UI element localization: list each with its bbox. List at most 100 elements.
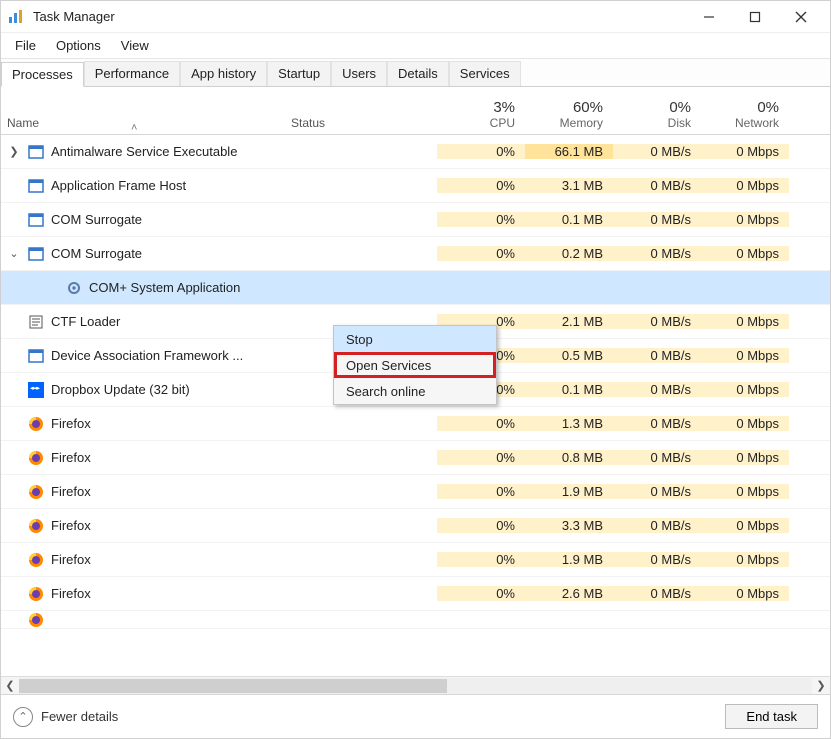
context-menu-stop[interactable]: Stop bbox=[334, 326, 496, 352]
process-disk: 0 MB/s bbox=[613, 246, 701, 261]
column-network[interactable]: 0% Network bbox=[701, 99, 789, 130]
process-network: 0 Mbps bbox=[701, 212, 789, 227]
table-row[interactable]: ⌄COM Surrogate0%0.2 MB0 MB/s0 Mbps bbox=[1, 237, 830, 271]
memory-label: Memory bbox=[525, 116, 603, 130]
window-icon bbox=[27, 143, 45, 161]
table-row[interactable]: Firefox0%1.3 MB0 MB/s0 Mbps bbox=[1, 407, 830, 441]
column-memory[interactable]: 60% Memory bbox=[525, 99, 613, 130]
process-disk: 0 MB/s bbox=[613, 552, 701, 567]
tab-details[interactable]: Details bbox=[387, 61, 449, 86]
process-network: 0 Mbps bbox=[701, 246, 789, 261]
titlebar: Task Manager bbox=[1, 1, 830, 33]
process-disk: 0 MB/s bbox=[613, 382, 701, 397]
process-network: 0 Mbps bbox=[701, 144, 789, 159]
process-network: 0 Mbps bbox=[701, 382, 789, 397]
process-cpu: 0% bbox=[437, 484, 525, 499]
process-disk: 0 MB/s bbox=[613, 178, 701, 193]
fewer-details-label: Fewer details bbox=[41, 709, 118, 724]
tab-services[interactable]: Services bbox=[449, 61, 521, 86]
footer: ⌃ Fewer details End task bbox=[1, 694, 830, 738]
expand-toggle-icon[interactable]: ❯ bbox=[7, 145, 21, 158]
context-menu-search-online[interactable]: Search online bbox=[334, 378, 496, 404]
table-row[interactable]: Firefox0%2.6 MB0 MB/s0 Mbps bbox=[1, 577, 830, 611]
minimize-button[interactable] bbox=[686, 1, 732, 33]
process-name: COM Surrogate bbox=[51, 246, 291, 261]
process-disk: 0 MB/s bbox=[613, 144, 701, 159]
table-row[interactable]: Firefox0%1.9 MB0 MB/s0 Mbps bbox=[1, 475, 830, 509]
horizontal-scrollbar[interactable]: ❮ ❯ bbox=[1, 676, 830, 694]
table-row[interactable]: Firefox0%3.3 MB0 MB/s0 Mbps bbox=[1, 509, 830, 543]
process-network: 0 Mbps bbox=[701, 518, 789, 533]
process-name: Firefox bbox=[51, 416, 291, 431]
menu-view[interactable]: View bbox=[111, 36, 159, 55]
tab-performance[interactable]: Performance bbox=[84, 61, 180, 86]
process-name: Device Association Framework ... bbox=[51, 348, 291, 363]
cpu-percent: 3% bbox=[437, 99, 515, 116]
cpu-label: CPU bbox=[437, 116, 515, 130]
table-row[interactable] bbox=[1, 611, 830, 629]
process-network: 0 Mbps bbox=[701, 416, 789, 431]
column-name[interactable]: ˄ Name bbox=[1, 116, 291, 130]
disk-label: Disk bbox=[613, 116, 691, 130]
column-cpu[interactable]: 3% CPU bbox=[437, 99, 525, 130]
process-name: Application Frame Host bbox=[51, 178, 291, 193]
tab-processes[interactable]: Processes bbox=[1, 62, 84, 87]
menu-options[interactable]: Options bbox=[46, 36, 111, 55]
process-disk: 0 MB/s bbox=[613, 212, 701, 227]
disk-percent: 0% bbox=[613, 99, 691, 116]
expand-toggle-icon[interactable]: ⌄ bbox=[7, 247, 21, 260]
process-memory: 0.8 MB bbox=[525, 450, 613, 465]
table-row[interactable]: Application Frame Host0%3.1 MB0 MB/s0 Mb… bbox=[1, 169, 830, 203]
process-disk: 0 MB/s bbox=[613, 416, 701, 431]
firefox-icon bbox=[27, 415, 45, 433]
scroll-track[interactable] bbox=[19, 678, 812, 694]
process-name: COM+ System Application bbox=[89, 280, 291, 295]
scroll-right-icon[interactable]: ❯ bbox=[812, 679, 830, 692]
process-network: 0 Mbps bbox=[701, 450, 789, 465]
window-title: Task Manager bbox=[33, 9, 686, 24]
firefox-icon bbox=[27, 611, 45, 629]
maximize-button[interactable] bbox=[732, 1, 778, 33]
table-row[interactable]: COM+ System Application bbox=[1, 271, 830, 305]
process-name: Dropbox Update (32 bit) bbox=[51, 382, 291, 397]
menu-file[interactable]: File bbox=[5, 36, 46, 55]
process-cpu: 0% bbox=[437, 212, 525, 227]
process-cpu: 0% bbox=[437, 450, 525, 465]
close-button[interactable] bbox=[778, 1, 824, 33]
process-network: 0 Mbps bbox=[701, 348, 789, 363]
column-headers: ˄ Name Status 3% CPU 60% Memory 0% Disk … bbox=[1, 87, 830, 135]
tab-users[interactable]: Users bbox=[331, 61, 387, 86]
sort-indicator-icon: ˄ bbox=[131, 122, 137, 134]
process-network: 0 Mbps bbox=[701, 484, 789, 499]
process-disk: 0 MB/s bbox=[613, 484, 701, 499]
fewer-details-button[interactable]: ⌃ Fewer details bbox=[13, 707, 118, 727]
scroll-thumb[interactable] bbox=[19, 679, 447, 693]
process-network: 0 Mbps bbox=[701, 552, 789, 567]
table-row[interactable]: COM Surrogate0%0.1 MB0 MB/s0 Mbps bbox=[1, 203, 830, 237]
table-row[interactable]: Firefox0%1.9 MB0 MB/s0 Mbps bbox=[1, 543, 830, 577]
scroll-left-icon[interactable]: ❮ bbox=[1, 679, 19, 692]
process-disk: 0 MB/s bbox=[613, 314, 701, 329]
process-disk: 0 MB/s bbox=[613, 348, 701, 363]
context-menu-open-services[interactable]: Open Services bbox=[334, 352, 496, 378]
process-memory: 3.1 MB bbox=[525, 178, 613, 193]
context-menu: Stop Open Services Search online bbox=[333, 325, 497, 405]
tab-startup[interactable]: Startup bbox=[267, 61, 331, 86]
process-memory: 3.3 MB bbox=[525, 518, 613, 533]
table-row[interactable]: ❯Antimalware Service Executable0%66.1 MB… bbox=[1, 135, 830, 169]
table-row[interactable]: Firefox0%0.8 MB0 MB/s0 Mbps bbox=[1, 441, 830, 475]
process-cpu: 0% bbox=[437, 552, 525, 567]
process-memory: 0.1 MB bbox=[525, 212, 613, 227]
end-task-button[interactable]: End task bbox=[725, 704, 818, 729]
column-status[interactable]: Status bbox=[291, 116, 437, 130]
process-cpu: 0% bbox=[437, 586, 525, 601]
firefox-icon bbox=[27, 483, 45, 501]
process-rows[interactable]: ❯Antimalware Service Executable0%66.1 MB… bbox=[1, 135, 830, 676]
dropbox-icon bbox=[27, 381, 45, 399]
process-name: Firefox bbox=[51, 552, 291, 567]
tab-app-history[interactable]: App history bbox=[180, 61, 267, 86]
window-icon bbox=[27, 347, 45, 365]
menubar: File Options View bbox=[1, 33, 830, 59]
column-disk[interactable]: 0% Disk bbox=[613, 99, 701, 130]
process-name: Firefox bbox=[51, 586, 291, 601]
